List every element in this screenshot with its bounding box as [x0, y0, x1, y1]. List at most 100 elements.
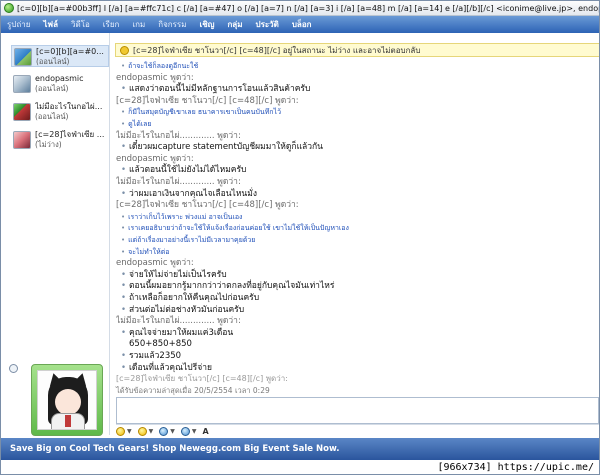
- message-line: • แสดงว่าตอนนี้ไม่มีหลักฐานการโอนแล้วสินค…: [116, 84, 310, 94]
- message-body: แต่ถ้าเรื่องมาอย่างนี้เราไม่มีเวลามาคุยด…: [128, 236, 256, 244]
- message-text: • ว่าผมเอาเงินจากคุณไจเลือนไหนมั่ง: [116, 189, 257, 199]
- emoticon-toolbar: ▼ ▼ ▼ ▼ A: [116, 426, 214, 436]
- message-text: • แต่ถ้าเรื่องมาอย่างนี้เราไม่มีเวลามาคุย…: [116, 236, 255, 244]
- avatar: [14, 48, 32, 66]
- contact-item[interactable]: [c=28]ไจฟ่าเซีย ... (ไม่ว่าง): [11, 129, 109, 151]
- last-message-time: ได้รับข้อความล่าสุดเมื่อ 20/5/2554 เวลา …: [116, 386, 270, 395]
- bullet-icon: •: [121, 84, 127, 95]
- title-bar: [c=0][b][a=#00b3ff] I [/a] [a=#ffc71c] c…: [1, 1, 599, 16]
- bullet-icon: •: [121, 120, 126, 128]
- message-line: • ว่าผมเอาเงินจากคุณไจเลือนไหนมั่ง: [116, 189, 257, 199]
- message-text: 650+850+850: [116, 339, 192, 349]
- contact-status: (ออนไลน์): [35, 84, 69, 93]
- menu-group[interactable]: กลุ่ม: [227, 18, 242, 31]
- wink-icon[interactable]: [137, 426, 147, 436]
- message-body: ถ้าเหลือก็อยากให้คืนคุณไปก่อนครับ: [129, 293, 260, 303]
- sender-name: ไม่มีอะไรในกอไผ่............. พูดว่า:: [116, 130, 241, 141]
- contact-name: endopasmic: [35, 74, 84, 83]
- message-text: • แสดงว่าตอนนี้ไม่มีหลักฐานการโอนแล้วสินค…: [116, 84, 310, 94]
- messenger-window: [c=0][b][a=#00b3ff] I [/a] [a=#ffc71c] c…: [0, 0, 600, 475]
- message-text: • ก็มีในสมุดบัญชีเขาเลย ธนาคารเขาเป็นคนบั…: [116, 108, 281, 116]
- menu-files[interactable]: ไฟล์: [43, 18, 58, 31]
- bullet-icon: •: [121, 142, 127, 153]
- message-sender: ไม่มีอะไรในกอไผ่............. พูดว่า:: [116, 316, 241, 326]
- messenger-icon: [4, 3, 14, 13]
- contact-item[interactable]: [c=0][b][a=#0... (ออนไลน์): [11, 45, 109, 67]
- message-sender: endopasmic พูดว่า:: [116, 258, 194, 268]
- message-text: • เดี๋ยวผมcapture statementบัญชีผมมาให้ดู…: [116, 142, 323, 152]
- message-body: 650+850+850: [129, 339, 192, 350]
- my-display-picture[interactable]: [31, 364, 103, 436]
- ad-banner[interactable]: Save Big on Cool Tech Gears! Shop Newegg…: [1, 438, 599, 460]
- message-line: • ส่วนต่อไม่ต่อช่างหัวมันก่อนครับ: [116, 305, 244, 315]
- contact-name: ไม่มีอะไรในกอไผ่...: [35, 102, 103, 111]
- avatar: [13, 131, 31, 149]
- contact-item[interactable]: ไม่มีอะไรในกอไผ่... (ออนไลน์): [11, 101, 109, 123]
- avatar: [13, 75, 31, 93]
- message-sender: endopasmic พูดว่า:: [116, 154, 194, 164]
- collapse-toggle-icon[interactable]: [9, 364, 18, 373]
- contact-name: [c=0][b][a=#0...: [36, 47, 104, 56]
- message-line: • ก็มีในสมุดบัญชีเขาเลย ธนาคารเขาเป็นคนบั…: [116, 107, 281, 117]
- bullet-icon: •: [121, 236, 126, 244]
- message-body: คุณไจจ่ายมาให้ผมแค่3เดือน: [129, 327, 234, 338]
- message-line: • รวมแล้ว2350: [116, 351, 181, 361]
- contact-status: (ออนไลน์): [36, 57, 70, 66]
- message-text: • เราว่าเก็บไว้เพราะ พ่วงแม่ อาจเป็นเอง: [116, 213, 242, 221]
- message-line: • แต่ถ้าเรื่องมาอย่างนี้เราไม่มีเวลามาคุย…: [116, 235, 255, 245]
- menu-games[interactable]: เกม: [132, 18, 145, 31]
- menu-blog[interactable]: บล็อก: [292, 18, 312, 31]
- contact-status: (ออนไลน์): [35, 112, 69, 121]
- bullet-icon: •: [121, 212, 126, 221]
- ad-text[interactable]: Save Big on Cool Tech Gears! Shop Newegg…: [10, 444, 340, 454]
- contact-item[interactable]: endopasmic (ออนไลน์): [11, 73, 109, 95]
- message-body: ก็มีในสมุดบัญชีเขาเลย ธนาคารเขาเป็นคนบัน…: [128, 108, 281, 117]
- smiley-icon[interactable]: [116, 426, 125, 436]
- bullet-icon: •: [121, 304, 127, 315]
- message-text: • ส่วนต่อไม่ต่อช่างหัวมันก่อนครับ: [116, 305, 244, 315]
- sender-name: ไม่มีอะไรในกอไผ่............. พูดว่า:: [116, 177, 241, 187]
- message-text: • ถ้าเหลือก็อยากให้คืนคุณไปก่อนครับ: [116, 293, 259, 303]
- message-text: • รวมแล้ว2350: [116, 351, 181, 361]
- message-text: • เราเคยอธิบายว่าถ้าจะใช้ให้แจ้งเรื่องก่อ…: [116, 224, 349, 232]
- menu-photos[interactable]: รูปถ่าย: [7, 18, 30, 31]
- bullet-icon: •: [121, 224, 126, 233]
- message-line: • จะไม่ทำให้ต่อ: [116, 247, 169, 257]
- nudge-icon[interactable]: [159, 426, 169, 436]
- image-watermark: [966x734] https://upic.me/: [435, 462, 596, 473]
- bullet-icon: •: [121, 62, 126, 70]
- message-line: • เดือนที่แล้วคุณไปรีจ่าย: [116, 363, 212, 373]
- message-body: ตอนนี้ผมอยากรู้มากกว่าว่าตกลงที่อยู่กับค…: [129, 281, 335, 292]
- font-button[interactable]: A: [203, 427, 209, 436]
- message-line: 650+850+850: [116, 339, 192, 349]
- menu-invite[interactable]: เชิญ: [199, 18, 214, 31]
- menu-activities[interactable]: กิจกรรม: [158, 18, 186, 31]
- sender-name: endopasmic พูดว่า:: [116, 72, 194, 83]
- menu-bar: รูปถ่าย ไฟล์ วิดีโอ เรียก เกม กิจกรรม เช…: [1, 16, 599, 33]
- chevron-down-icon[interactable]: ▼: [149, 428, 154, 435]
- sender-name: [c=28]ไจฟ่าเซีย ชาโนวา[/c] [c=48][/c] พู…: [116, 374, 288, 384]
- message-input[interactable]: [116, 397, 599, 424]
- voice-clip-icon[interactable]: [180, 426, 190, 436]
- message-line: • เดี๋ยวผมcapture statementบัญชีผมมาให้ดู…: [116, 142, 323, 152]
- menu-history[interactable]: ประวัติ: [255, 18, 278, 31]
- menu-video[interactable]: วิดีโอ: [71, 18, 90, 31]
- message-text: • คุณไจจ่ายมาให้ผมแค่3เดือน: [116, 328, 233, 338]
- message-line: • แล้วตอนนี้ใช้ไม่ยังไม่ได้ไหมครับ: [116, 165, 246, 175]
- contact-status: (ไม่ว่าง): [35, 140, 62, 149]
- chevron-down-icon[interactable]: ▼: [192, 428, 197, 435]
- message-line: • เราว่าเก็บไว้เพราะ พ่วงแม่ อาจเป็นเอง: [116, 212, 242, 222]
- message-line: [c=28]ไจฟ่าเซีย ชาโนวา[/c] [c=48][/c] พู…: [116, 374, 288, 384]
- message-text: • ตอนนี้ผมอยากรู้มากกว่าว่าตกลงที่อยู่กับ…: [116, 281, 334, 291]
- avatar: [37, 370, 97, 430]
- sender-name: [c=28]ไจฟ่าเซีย ชาโนวา[/c] [c=48][/c] พู…: [116, 95, 299, 106]
- conversation-history[interactable]: • ถ้าจะใช้ก็ลองดูอีกนะใช้ endopasmic พูดว่…: [116, 59, 596, 387]
- bullet-icon: •: [121, 269, 127, 280]
- message-line: • ดูได้เลย: [116, 119, 152, 129]
- chevron-down-icon[interactable]: ▼: [170, 428, 175, 435]
- contact-name: [c=28]ไจฟ่าเซีย ...: [35, 130, 105, 139]
- menu-call[interactable]: เรียก: [103, 18, 120, 31]
- status-info-bar: [c=28]ไจฟ่าเซีย ชาโนวา[/c] [c=48][/c] อย…: [115, 43, 599, 57]
- chevron-down-icon[interactable]: ▼: [127, 428, 132, 435]
- message-sender: ไม่มีอะไรในกอไผ่............. พูดว่า:: [116, 177, 241, 187]
